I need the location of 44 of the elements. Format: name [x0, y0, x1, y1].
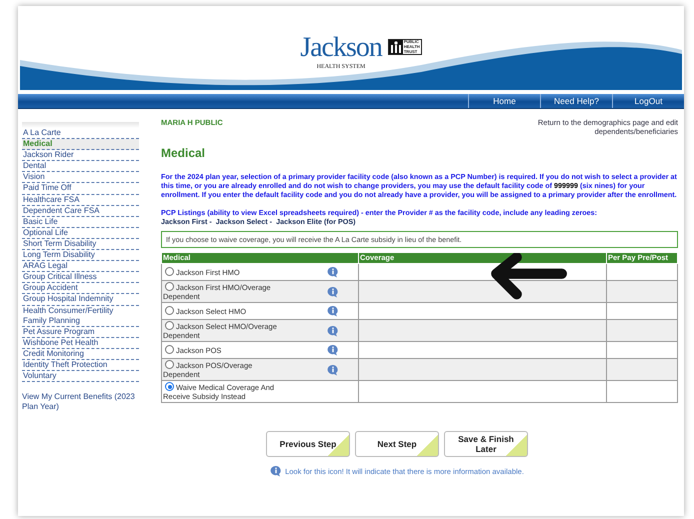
sidebar-item[interactable]: Pet Assure Program: [22, 326, 139, 338]
sidebar-item[interactable]: Group Accident: [22, 283, 139, 294]
sidebar-item[interactable]: Medical: [22, 139, 139, 150]
info-icon[interactable]: [327, 266, 339, 278]
sidebar-item[interactable]: Long Term Disability: [22, 250, 139, 262]
sidebar-item[interactable]: Healthcare FSA: [22, 194, 139, 206]
info-icon[interactable]: [327, 364, 339, 376]
step-button[interactable]: Save & Finish Later: [444, 431, 528, 457]
nav-link[interactable]: LogOut: [612, 94, 684, 108]
radio-button[interactable]: [165, 345, 174, 354]
sidebar-item[interactable]: Group Critical Illness: [22, 272, 139, 284]
info-icon: [270, 465, 282, 477]
sidebar-item[interactable]: Health Consumer/Fertility Family Planning: [22, 306, 139, 327]
current-benefits-link[interactable]: View My Current Benefits (2023 Plan Year): [22, 392, 139, 412]
info-icon[interactable]: [327, 286, 339, 298]
sidebar-item[interactable]: Identity Theft Protection: [22, 360, 139, 372]
sidebar-item[interactable]: Short Term Disability: [22, 238, 139, 250]
sidebar-item[interactable]: Paid Time Off: [22, 183, 139, 195]
step-button[interactable]: Next Step: [355, 431, 439, 457]
info-icon[interactable]: [327, 305, 339, 317]
sidebar-item[interactable]: Credit Monitoring: [22, 348, 139, 360]
nav-link[interactable]: Need Help?: [540, 94, 612, 108]
page-title: Medical: [161, 146, 206, 160]
radio-button[interactable]: [165, 382, 174, 391]
sidebar-item[interactable]: Voluntary: [22, 371, 139, 382]
sidebar-item[interactable]: Dependent Care FSA: [22, 206, 139, 217]
step-button[interactable]: Previous Step: [266, 431, 350, 457]
info-icon[interactable]: [327, 324, 339, 336]
logo-name: Jackson: [300, 34, 382, 62]
sidebar-item[interactable]: Basic Life: [22, 216, 139, 228]
radio-button[interactable]: [165, 360, 174, 369]
radio-button[interactable]: [165, 321, 174, 330]
sidebar-item[interactable]: Jackson Rider: [22, 150, 139, 162]
sidebar-item[interactable]: Optional Life: [22, 228, 139, 239]
radio-button[interactable]: [165, 282, 174, 291]
sidebar-item[interactable]: Dental: [22, 161, 139, 172]
info-icon[interactable]: [327, 344, 339, 356]
sidebar-item[interactable]: Group Hospital Indemnity: [22, 294, 139, 306]
sidebar-item[interactable]: ARAG Legal: [22, 261, 139, 272]
sidebar-item[interactable]: Vision: [22, 172, 139, 184]
sidebar-item[interactable]: Wishbone Pet Health: [22, 338, 139, 349]
radio-button[interactable]: [165, 306, 174, 315]
nav-link[interactable]: Home: [468, 94, 540, 108]
radio-button[interactable]: [165, 267, 174, 276]
